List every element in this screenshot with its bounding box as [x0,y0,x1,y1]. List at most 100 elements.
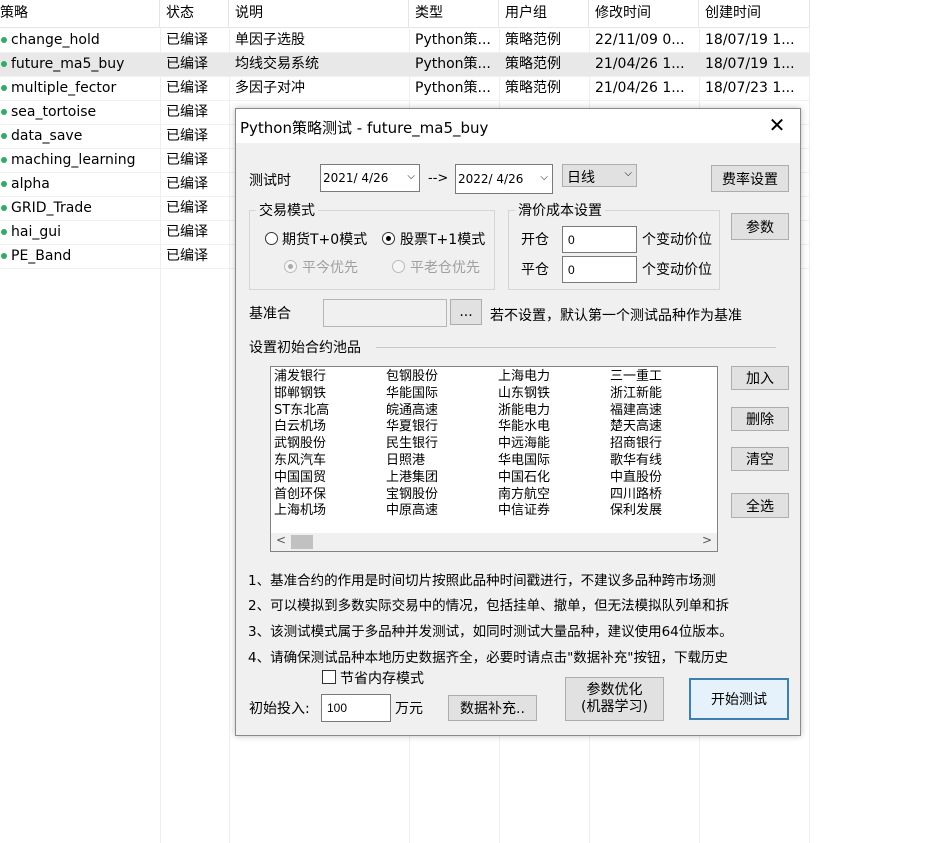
col-header-strategy[interactable]: 策略 [0,0,160,27]
cell-group: 策略范例 [505,80,561,96]
list-item[interactable]: 四川路桥 [610,487,662,504]
list-item[interactable]: 保利发展 [610,503,662,520]
add-button[interactable]: 加入 [731,366,789,390]
list-item[interactable]: 首创环保 [274,487,329,504]
list-item[interactable]: 上海电力 [498,369,550,386]
chevron-right-icon[interactable]: > [702,533,712,547]
list-item[interactable]: 日照港 [386,453,438,470]
cell-status: 已编译 [166,128,208,144]
initial-unit-label: 万元 [395,701,423,717]
list-item[interactable]: 歌华有线 [610,453,662,470]
dialog-titlebar[interactable]: Python策略测试 - future_ma5_buy ✕ [236,109,800,143]
initial-investment-input[interactable] [321,694,391,722]
trade-mode-label: 交易模式 [256,200,318,220]
start-test-button[interactable]: 开始测试 [689,678,789,720]
cell-name: PE_Band [11,248,72,264]
list-item[interactable]: 中信证券 [498,503,550,520]
list-item[interactable]: 民生银行 [386,436,438,453]
cell-status: 已编译 [166,152,208,168]
list-item[interactable]: 中国石化 [498,470,550,487]
table-row[interactable]: future_ma5_buy 已编译 均线交易系统 Python策... 策略范例 21/… [0,52,810,76]
futures-mode-radio[interactable] [265,232,278,245]
list-item[interactable]: 东风汽车 [274,453,329,470]
cell-name: multiple_fector [11,80,117,96]
optimize-line-1: 参数优化 [586,682,643,698]
col-header-desc[interactable]: 说明 [229,0,409,27]
list-item[interactable]: 招商银行 [610,436,662,453]
scrollbar-thumb[interactable] [291,535,313,549]
params-button[interactable]: 参数 [731,213,789,240]
list-item[interactable]: 上海机场 [274,503,329,520]
open-slippage-input[interactable] [562,226,637,253]
cell-created: 18/07/19 1... [705,56,795,72]
date-arrow: --> [428,171,449,186]
memory-mode-checkbox[interactable] [322,670,336,684]
list-item[interactable]: ST东北高 [274,403,329,420]
pool-horizontal-scrollbar[interactable]: < > [271,533,717,551]
list-item[interactable]: 上港集团 [386,470,438,487]
col-header-type[interactable]: 类型 [409,0,499,27]
list-item[interactable]: 武钢股份 [274,436,329,453]
stock-mode-label[interactable]: 股票T+1模式 [400,229,485,249]
list-item[interactable]: 山东钢铁 [498,386,550,403]
list-item[interactable]: 白云机场 [274,419,329,436]
period-select[interactable]: 日线 ⌵ [562,164,637,187]
list-item[interactable]: 中原高速 [386,503,438,520]
list-item[interactable]: 浙能电力 [498,403,550,420]
select-all-button[interactable]: 全选 [731,493,789,518]
list-item[interactable]: 福建高速 [610,403,662,420]
cell-name: alpha [11,176,50,192]
col-header-created[interactable]: 创建时间 [699,0,810,27]
list-item[interactable]: 华能国际 [386,386,438,403]
initial-investment-label: 初始投入: [249,701,310,717]
table-row[interactable]: multiple_fector 已编译 多因子对冲 Python策... 策略范例 21/… [0,76,810,100]
param-optimize-button[interactable]: 参数优化 (机器学习) [565,677,664,721]
list-item[interactable]: 包钢股份 [386,369,438,386]
list-item[interactable]: 邯郸钢铁 [274,386,329,403]
close-unit-label: 个变动价位 [642,262,712,278]
list-item[interactable]: 中远海能 [498,436,550,453]
list-item[interactable]: 华电国际 [498,453,550,470]
stock-mode-radio[interactable] [382,232,395,245]
table-row[interactable]: change_hold 已编译 单因子选股 Python策... 策略范例 22/11/0… [0,28,810,52]
list-item[interactable]: 中国国贸 [274,470,329,487]
close-icon[interactable]: ✕ [764,113,790,137]
list-item[interactable]: 华能水电 [498,419,550,436]
delete-button[interactable]: 删除 [731,407,789,431]
list-item[interactable]: 华夏银行 [386,419,438,436]
close-slippage-input[interactable] [562,256,637,283]
cell-type: Python策... [415,56,491,72]
chevron-left-icon[interactable]: < [276,533,286,547]
list-item[interactable]: 皖通高速 [386,403,438,420]
futures-mode-label[interactable]: 期货T+0模式 [282,229,367,249]
list-item[interactable]: 南方航空 [498,487,550,504]
fee-settings-button[interactable]: 费率设置 [711,165,789,192]
cell-created: 18/07/19 1... [705,32,795,48]
list-item[interactable]: 楚天高速 [610,419,662,436]
period-value: 日线 [567,170,595,186]
list-item[interactable]: 宝钢股份 [386,487,438,504]
close-old-radio[interactable] [392,260,405,273]
benchmark-browse-button[interactable]: ... [450,299,482,325]
cell-desc: 均线交易系统 [235,56,319,72]
chevron-down-icon: ⌵ [407,171,415,182]
cell-name: maching_learning [11,152,136,168]
benchmark-input[interactable] [323,299,447,327]
close-today-radio[interactable] [284,260,297,273]
list-item[interactable]: 中直股份 [610,470,662,487]
memory-mode-label[interactable]: 节省内存模式 [340,668,424,688]
list-item[interactable]: 三一重工 [610,369,662,386]
close-old-label: 平老仓优先 [410,260,480,276]
col-header-modified[interactable]: 修改时间 [589,0,699,27]
test-time-label: 测试时 [249,173,291,189]
end-date-picker[interactable]: 2022/ 4/26 ⌵ [455,164,553,194]
contract-pool-list[interactable]: 浦发银行 邯郸钢铁 ST东北高 白云机场 武钢股份 东风汽车 中国国贸 首创环保 上海机场 包钢… [270,366,718,552]
col-header-status[interactable]: 状态 [160,0,229,27]
list-item[interactable]: 浦发银行 [274,369,329,386]
clear-button[interactable]: 清空 [731,447,789,471]
start-date-picker[interactable]: 2021/ 4/26 ⌵ [320,164,420,192]
cell-name: sea_tortoise [11,104,97,120]
data-supplement-button[interactable]: 数据补充.. [448,695,537,721]
col-header-group[interactable]: 用户组 [499,0,589,27]
list-item[interactable]: 浙江新能 [610,386,662,403]
